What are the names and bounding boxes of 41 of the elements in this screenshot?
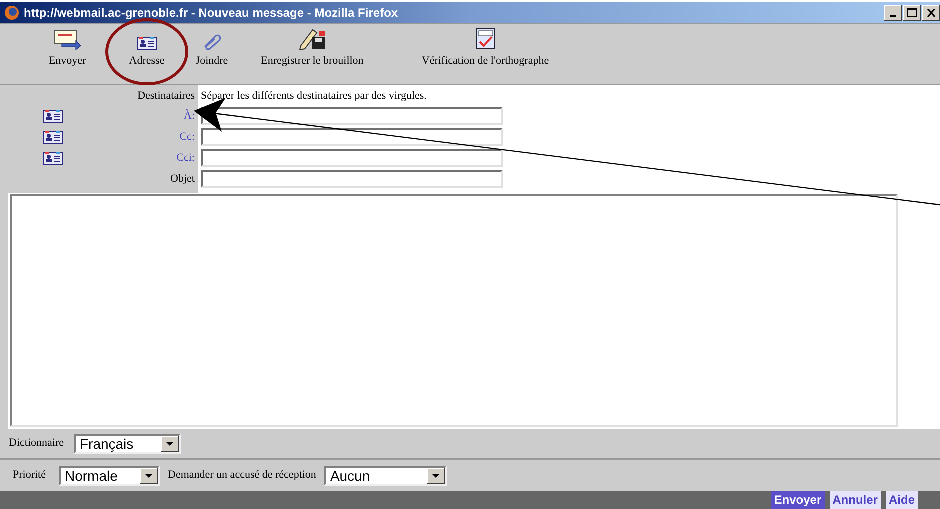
maximize-icon [907,8,917,18]
address-card-icon[interactable] [43,152,63,165]
action-button[interactable]: Aide [886,491,918,509]
recipient-field[interactable] [201,107,503,126]
toolbar-label[interactable]: Envoyer [48,53,86,70]
dictionary-label: Dictionnaire [9,436,64,452]
window-title: http://webmail.ac-grenoble.fr - Nouveau message - Mozilla Firefox [24,4,398,22]
close-icon [926,8,936,17]
field-label: Objet [170,172,195,188]
priority-select[interactable]: Normale [59,466,160,486]
field-label[interactable]: À: [184,108,195,125]
priority-label: Priorité [13,468,46,484]
recipient-field[interactable] [201,149,503,168]
address-card-icon[interactable] [43,130,63,144]
browser-logo-icon [4,4,20,21]
field-label[interactable]: Cc: [180,129,195,146]
address-card-icon[interactable] [137,37,157,50]
message-body-field[interactable] [10,194,898,427]
toolbar-label[interactable]: Vérification de l'orthographe [422,53,550,70]
spellcheck-icon[interactable] [476,28,496,50]
close-button[interactable] [922,4,940,21]
maximize-button[interactable] [903,4,921,21]
minimize-icon [890,14,896,17]
recipients-label: Destinataires [138,88,195,104]
receipt-select[interactable]: Aucun [324,466,448,486]
toolbar-label[interactable]: Joindre [196,53,228,70]
receipt-label: Demander un accusé de réception [168,468,316,484]
recipients-hint: Séparer les différents destinataires par des virgules. [201,88,428,104]
minimize-button[interactable] [884,4,902,21]
address-card-icon[interactable] [43,110,63,123]
recipient-field[interactable] [201,128,503,146]
action-button[interactable]: Envoyer [771,491,825,509]
envelope-arrow-icon[interactable] [54,30,82,50]
pencil-floppy-icon[interactable] [298,28,326,50]
paperclip-icon[interactable] [202,34,222,50]
recipient-field[interactable] [201,170,503,188]
action-button[interactable]: Annuler [830,491,881,509]
dictionary-select[interactable]: Français [74,434,181,454]
toolbar-label[interactable]: Enregistrer le brouillon [261,53,364,70]
toolbar-label[interactable]: Adresse [129,53,165,70]
field-label[interactable]: Cci: [176,150,195,167]
